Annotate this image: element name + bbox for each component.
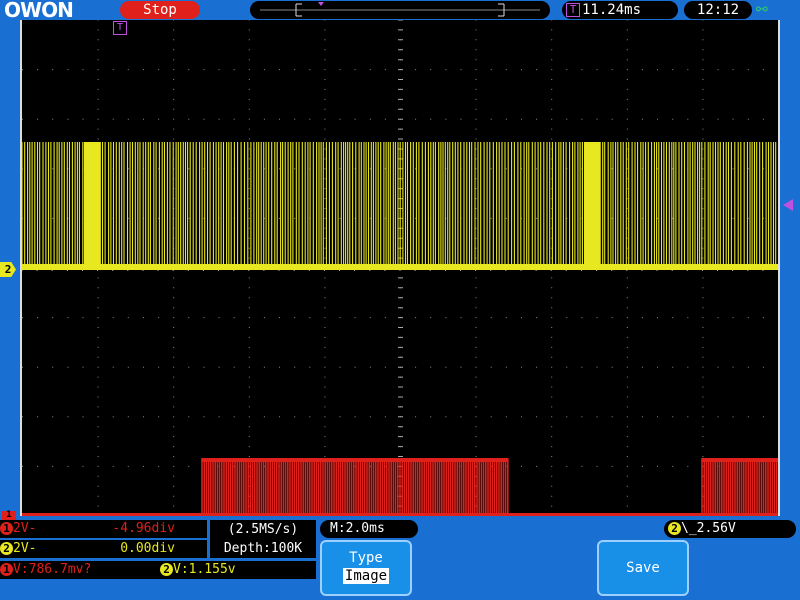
memory-window-icon (260, 2, 540, 17)
ch1-scale: 2V (13, 521, 29, 536)
ch2-offset: 0.00div (120, 541, 175, 556)
trigger-level: 2.56V (696, 521, 736, 536)
ch2-info-row[interactable]: 2 2V- 0.00div (0, 540, 207, 558)
memory-depth: Depth:100K (223, 541, 303, 556)
ch1-measure-badge: 1 (0, 563, 13, 576)
ch1-ground-marker[interactable]: 1 (2, 511, 16, 520)
save-button-label: Save (626, 560, 660, 576)
trigger-level-marker[interactable] (783, 199, 793, 211)
type-menu-button[interactable]: Type Image (320, 540, 412, 596)
clock: 12:12 (684, 1, 752, 19)
ch2-badge: 2 (0, 542, 13, 555)
ch2-dense-burst (84, 142, 100, 268)
waveform-display (20, 19, 780, 516)
ch2-scale: 2V (13, 541, 29, 556)
trigger-position-marker[interactable]: T (113, 21, 127, 35)
ch1-baseline (22, 513, 778, 516)
trigger-time-icon: T (566, 3, 580, 17)
ch2-marker-label: 2 (4, 263, 12, 276)
ch1-info-row[interactable]: 1 2V- -4.96div (0, 520, 207, 538)
ch1-burst-top (202, 458, 508, 462)
ch1-waveform (201, 458, 778, 516)
ch2-coupling: - (28, 541, 37, 556)
timebase-readout[interactable]: M:2.0ms (320, 520, 418, 538)
ch2-baseline (22, 264, 778, 270)
trigger-source-badge: 2 (668, 522, 681, 535)
ch1-burst-top (702, 458, 778, 462)
waveform-canvas (21, 19, 778, 516)
ch2-ground-marker[interactable]: 2 (0, 262, 16, 277)
ch1-marker-label: 1 (6, 510, 12, 520)
run-stop-status[interactable]: Stop (120, 1, 200, 19)
brand-logo: OWON (4, 0, 74, 22)
ch1-offset: -4.96div (112, 521, 175, 536)
trigger-position-readout: T 11.24ms (562, 1, 678, 19)
trigger-marker-label: T (116, 22, 124, 33)
save-button[interactable]: Save (597, 540, 689, 596)
type-menu-value: Image (342, 568, 390, 584)
usb-icon: ⚯ (756, 2, 768, 18)
acquisition-info: (2.5MS/s) Depth:100K (210, 520, 316, 558)
sample-rate: (2.5MS/s) (227, 522, 299, 537)
ch1-badge: 1 (0, 522, 13, 535)
trigger-time-value: 11.24ms (582, 2, 642, 18)
ch2-waveform (21, 142, 777, 268)
trigger-edge-icon: \_ (681, 521, 697, 536)
ch2-dense-burst (584, 142, 600, 268)
ch2-measurement: V:1.155v (173, 562, 236, 577)
trigger-info[interactable]: 2 \_2.56V (664, 520, 796, 538)
memory-position-bar[interactable] (250, 1, 550, 19)
ch1-coupling: - (28, 521, 37, 536)
timebase-value: M:2.0ms (330, 521, 385, 536)
measurement-row: 1 V:786.7mv? 2 V:1.155v (0, 561, 316, 579)
ch2-measure-badge: 2 (160, 563, 173, 576)
ch1-measurement: V:786.7mv? (13, 562, 92, 577)
type-menu-label: Type (349, 550, 383, 566)
